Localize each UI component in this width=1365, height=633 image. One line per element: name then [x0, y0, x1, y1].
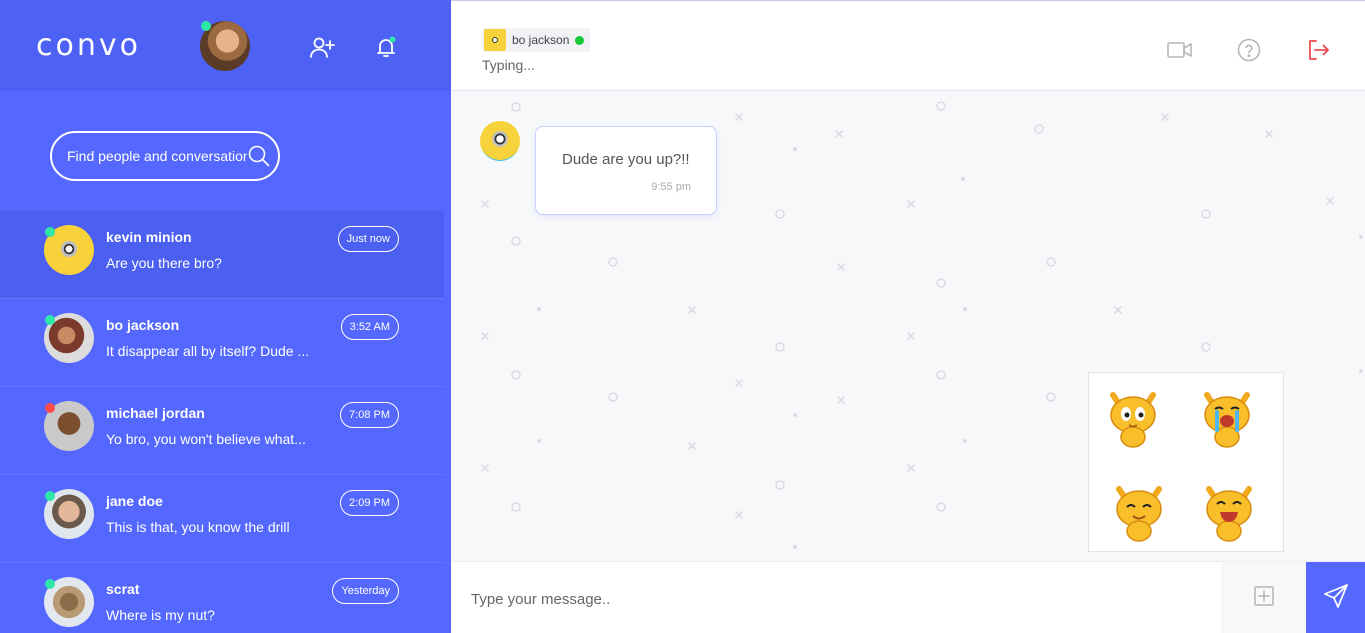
message-text: Dude are you up?!! — [562, 151, 690, 168]
time-badge: 3:52 AM — [340, 314, 399, 340]
conversation-preview: Yo bro, you won't believe what... — [106, 431, 306, 447]
paper-plane-icon — [1323, 583, 1349, 614]
conversation-item-bo-jackson[interactable]: bo jackson It disappear all by itself? D… — [0, 299, 444, 387]
sticker-cat-thinking[interactable] — [1101, 385, 1165, 449]
status-dot — [45, 579, 55, 589]
conversation-name: bo jackson — [106, 317, 180, 333]
message-time: 9:55 pm — [651, 181, 691, 193]
online-indicator — [575, 35, 585, 45]
status-dot — [45, 403, 55, 413]
conversation-item-scrat[interactable]: scrat Where is my nut? Yesterday — [0, 563, 444, 633]
time-badge: Just now — [337, 226, 399, 252]
chat-header: bo jackson Typing... — [451, 0, 1365, 91]
search-input[interactable] — [67, 148, 247, 164]
conversation-preview: This is that, you know the drill — [106, 519, 290, 535]
plus-square-icon — [1253, 585, 1275, 612]
search-icon[interactable] — [248, 145, 270, 172]
send-button[interactable] — [1306, 562, 1365, 633]
conversation-preview: It disappear all by itself? Dude ... — [106, 343, 310, 359]
message-area[interactable]: Dude are you up?!! 9:55 pm — [451, 91, 1365, 561]
status-dot — [45, 491, 55, 501]
logout-icon[interactable] — [1305, 37, 1331, 63]
sticker-cat-crying[interactable] — [1195, 385, 1259, 449]
attach-button[interactable] — [1221, 562, 1306, 633]
chat-panel: bo jackson Typing... Dude are you up?!! … — [451, 0, 1365, 633]
time-badge: 7:08 PM — [340, 402, 399, 428]
typing-status: Typing... — [482, 57, 535, 73]
conversation-name: jane doe — [106, 493, 163, 509]
message-composer — [451, 561, 1365, 633]
conversation-item-michael-jordan[interactable]: michael jordan Yo bro, you won't believe… — [0, 387, 444, 475]
video-camera-icon[interactable] — [1167, 37, 1193, 63]
conversation-preview: Where is my nut? — [106, 607, 215, 623]
sticker-cat-laughing[interactable] — [1197, 479, 1261, 543]
contact-avatar — [484, 29, 506, 51]
sticker-panel — [1088, 372, 1284, 552]
bell-icon[interactable] — [372, 33, 400, 61]
status-dot — [45, 227, 55, 237]
message-input[interactable] — [471, 586, 1191, 612]
sticker-cat-happy[interactable] — [1107, 479, 1171, 543]
my-status-dot — [201, 21, 211, 31]
app-logo[interactable]: convo — [36, 28, 141, 63]
question-icon[interactable] — [1236, 37, 1262, 63]
conversation-preview: Are you there bro? — [106, 255, 222, 271]
conversation-item-jane-doe[interactable]: jane doe This is that, you know the dril… — [0, 475, 444, 563]
contact-chip[interactable]: bo jackson — [482, 28, 591, 52]
conversation-name: kevin minion — [106, 229, 192, 245]
sidebar: convo Find people and conversations kevi… — [0, 0, 451, 633]
time-badge: 2:09 PM — [340, 490, 399, 516]
status-dot — [45, 315, 55, 325]
conversation-name: michael jordan — [106, 405, 205, 421]
conversation-item-kevin-minion[interactable]: kevin minion Are you there bro? Just now — [0, 211, 444, 299]
conversation-name: scrat — [106, 581, 140, 597]
contact-name: bo jackson — [512, 33, 570, 47]
search-box — [50, 131, 280, 181]
time-badge: Yesterday — [332, 578, 399, 604]
sidebar-header: convo — [0, 0, 451, 91]
conversation-list: kevin minion Are you there bro? Just now… — [0, 211, 451, 633]
add-user-icon[interactable] — [308, 34, 336, 62]
message-bubble[interactable]: Dude are you up?!! 9:55 pm — [535, 126, 717, 215]
sender-avatar — [480, 121, 520, 161]
